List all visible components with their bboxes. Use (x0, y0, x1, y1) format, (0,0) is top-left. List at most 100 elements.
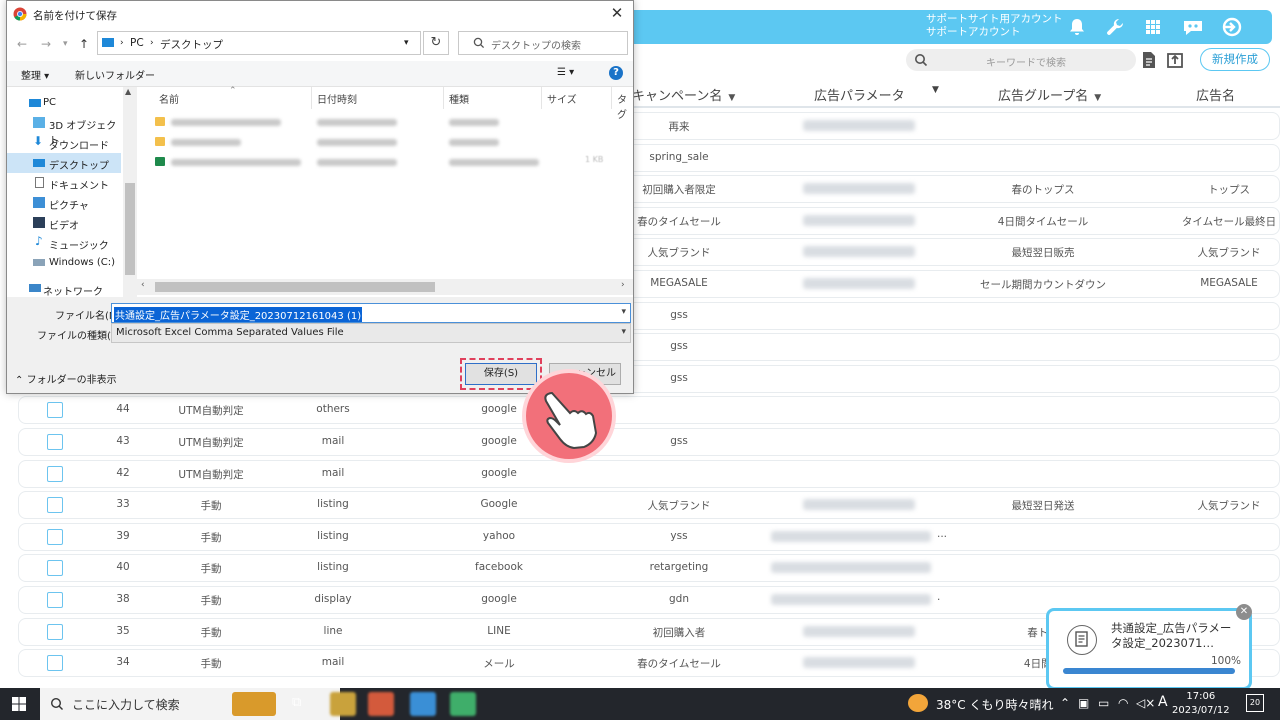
taskbar-clock[interactable]: 17:06 2023/07/12 (1172, 690, 1230, 718)
col-adgroup[interactable]: 広告グループ名 ▼ (998, 85, 1101, 104)
document-icon[interactable] (1140, 50, 1158, 70)
notification-center-icon[interactable]: 20 (1246, 694, 1264, 712)
table-row[interactable]: 33 手動 listing Google 人気ブランド 最短翌日発送 人気ブランド (18, 491, 1280, 520)
file-list-hscrollbar[interactable]: ‹ › (137, 279, 633, 295)
column-separator[interactable] (311, 87, 312, 109)
row-checkbox[interactable] (47, 497, 63, 514)
chrome-taskbar-icon[interactable] (368, 692, 394, 716)
table-row[interactable]: 44 UTM自動判定 others google (18, 396, 1280, 425)
redacted-text (171, 119, 281, 126)
view-options-icon[interactable]: ☰ ▾ (557, 67, 574, 78)
table-row[interactable]: 39 手動 listing yahoo yss... (18, 522, 1280, 551)
col-ad-parameter[interactable]: 広告パラメータ (814, 85, 905, 104)
tree-scroll-thumb[interactable] (125, 183, 135, 275)
wrench-icon[interactable] (1104, 16, 1126, 38)
scroll-left-icon[interactable]: ‹ (141, 280, 145, 290)
task-view-icon[interactable]: ⧉ (292, 695, 301, 710)
row-checkbox[interactable] (47, 655, 63, 672)
filetype-select[interactable]: Microsoft Excel Comma Separated Values F… (111, 323, 631, 343)
tray-overflow-icon[interactable]: ⌃ (1060, 696, 1070, 710)
tree-item-desktop[interactable]: デスクトップ (7, 153, 121, 173)
table-row[interactable]: 40 手動 listing facebook retargeting (18, 554, 1280, 583)
row-checkbox[interactable] (47, 560, 63, 577)
row-checkbox[interactable] (47, 465, 63, 482)
ime-indicator[interactable]: A (1158, 694, 1168, 710)
file-row[interactable] (155, 115, 615, 129)
col-ad[interactable]: 広告名 (1196, 85, 1235, 104)
tree-item-network[interactable]: ネットワーク (7, 279, 121, 299)
table-row[interactable]: 43 UTM自動判定 mail google gss (18, 428, 1280, 456)
breadcrumb-pc[interactable]: PC (130, 37, 144, 49)
grid-menu-icon[interactable] (1142, 16, 1164, 38)
up-arrow-icon[interactable]: ↑ (79, 37, 89, 51)
table-row[interactable]: 42 UTM自動判定 mail google (18, 459, 1280, 488)
column-separator[interactable] (541, 87, 542, 109)
search-input[interactable]: キーワードで検索 (906, 49, 1136, 71)
column-separator[interactable] (443, 87, 444, 109)
recent-chevron-icon[interactable]: ▾ (63, 39, 68, 49)
forward-arrow-icon[interactable]: → (41, 37, 51, 51)
scroll-up-icon[interactable]: ▲ (125, 87, 131, 96)
new-folder-button[interactable]: 新しいフォルダー (75, 67, 155, 82)
row-checkbox[interactable] (47, 592, 63, 608)
dialog-titlebar[interactable]: 名前を付けて保存 ✕ (7, 1, 633, 27)
hscroll-thumb[interactable] (155, 282, 435, 292)
row-checkbox[interactable] (47, 528, 63, 545)
account-info[interactable]: サポートサイト用アカウント サポートアカウント (926, 13, 1063, 39)
file-col-date[interactable]: 日付時刻 (317, 91, 357, 106)
file-col-type[interactable]: 種類 (449, 91, 469, 106)
organize-button[interactable]: 整理 ▾ (21, 67, 49, 82)
export-icon[interactable] (1166, 50, 1184, 70)
scroll-right-icon[interactable]: › (621, 280, 625, 290)
taskbar-app-icon[interactable] (410, 692, 436, 716)
help-icon[interactable]: ? (609, 66, 623, 80)
tray-app-icon[interactable]: ▣ (1078, 696, 1089, 710)
file-col-tags[interactable]: タグ (617, 91, 633, 121)
row-checkbox[interactable] (47, 434, 63, 450)
tree-item-videos[interactable]: ビデオ (7, 213, 121, 233)
windows-start-icon[interactable] (12, 697, 26, 711)
file-col-size[interactable]: サイズ (547, 91, 577, 106)
logout-icon[interactable] (1220, 16, 1242, 38)
sort-caret-icon[interactable]: ▼ (932, 85, 939, 95)
tree-scrollbar[interactable]: ▲ (123, 87, 137, 297)
back-arrow-icon[interactable]: ← (17, 37, 27, 51)
filename-input[interactable]: 共通設定_広告パラメータ設定_20230712161043 (1) ▾ (111, 303, 631, 323)
column-separator[interactable] (611, 87, 612, 109)
volume-icon[interactable]: ◁× (1136, 696, 1155, 710)
taskbar-app-icon[interactable] (450, 692, 476, 716)
file-row[interactable]: 1 KB (155, 155, 615, 169)
cell-ad-parameter-redacted (803, 625, 915, 637)
chevron-down-icon[interactable]: ▾ (621, 307, 626, 317)
close-icon[interactable]: ✕ (1236, 604, 1252, 620)
dialog-search-input[interactable]: デスクトップの検索 (458, 31, 628, 55)
tree-item-pc[interactable]: PC (7, 93, 121, 113)
file-col-name[interactable]: 名前 (159, 91, 179, 106)
row-checkbox[interactable] (47, 623, 63, 640)
hide-folders-toggle[interactable]: ⌃ フォルダーの非表示 (15, 371, 117, 386)
address-bar[interactable]: › PC › デスクトップ ▾ (97, 31, 421, 55)
col-campaign[interactable]: キャンペーン名 ▼ (632, 85, 735, 104)
tree-item-downloads[interactable]: ⬇ ダウンロード (7, 133, 121, 153)
chat-bot-icon[interactable] (1180, 16, 1206, 38)
tree-item-pictures[interactable]: ピクチャ (7, 193, 121, 213)
download-popup[interactable]: 共通設定_広告パラメータ設定_2023071… 100% (1046, 608, 1252, 690)
chevron-down-icon[interactable]: ▾ (621, 327, 626, 337)
battery-icon[interactable]: ▭ (1098, 696, 1109, 710)
tree-item-documents[interactable]: ドキュメント (7, 173, 121, 193)
tree-item-music[interactable]: ♪ ミュージック (7, 233, 121, 253)
weather-text[interactable]: 38°C くもり時々晴れ (936, 696, 1053, 713)
refresh-icon[interactable]: ↻ (423, 31, 449, 55)
breadcrumb-desktop[interactable]: デスクトップ (160, 37, 223, 52)
address-dropdown-icon[interactable]: ▾ (404, 38, 409, 48)
bell-icon[interactable] (1066, 16, 1088, 38)
file-row[interactable] (155, 135, 615, 149)
row-checkbox[interactable] (47, 402, 63, 419)
close-icon[interactable]: ✕ (605, 4, 629, 24)
cell-mode: UTM自動判定 (178, 437, 244, 449)
wifi-icon[interactable]: ◠ (1118, 696, 1128, 710)
taskbar-app-icon[interactable] (330, 692, 356, 716)
tree-item-windows-c[interactable]: Windows (C:) (7, 253, 121, 273)
tree-item-3d-objects[interactable]: 3D オブジェクト (7, 113, 121, 147)
new-create-button[interactable]: 新規作成 (1200, 48, 1270, 71)
